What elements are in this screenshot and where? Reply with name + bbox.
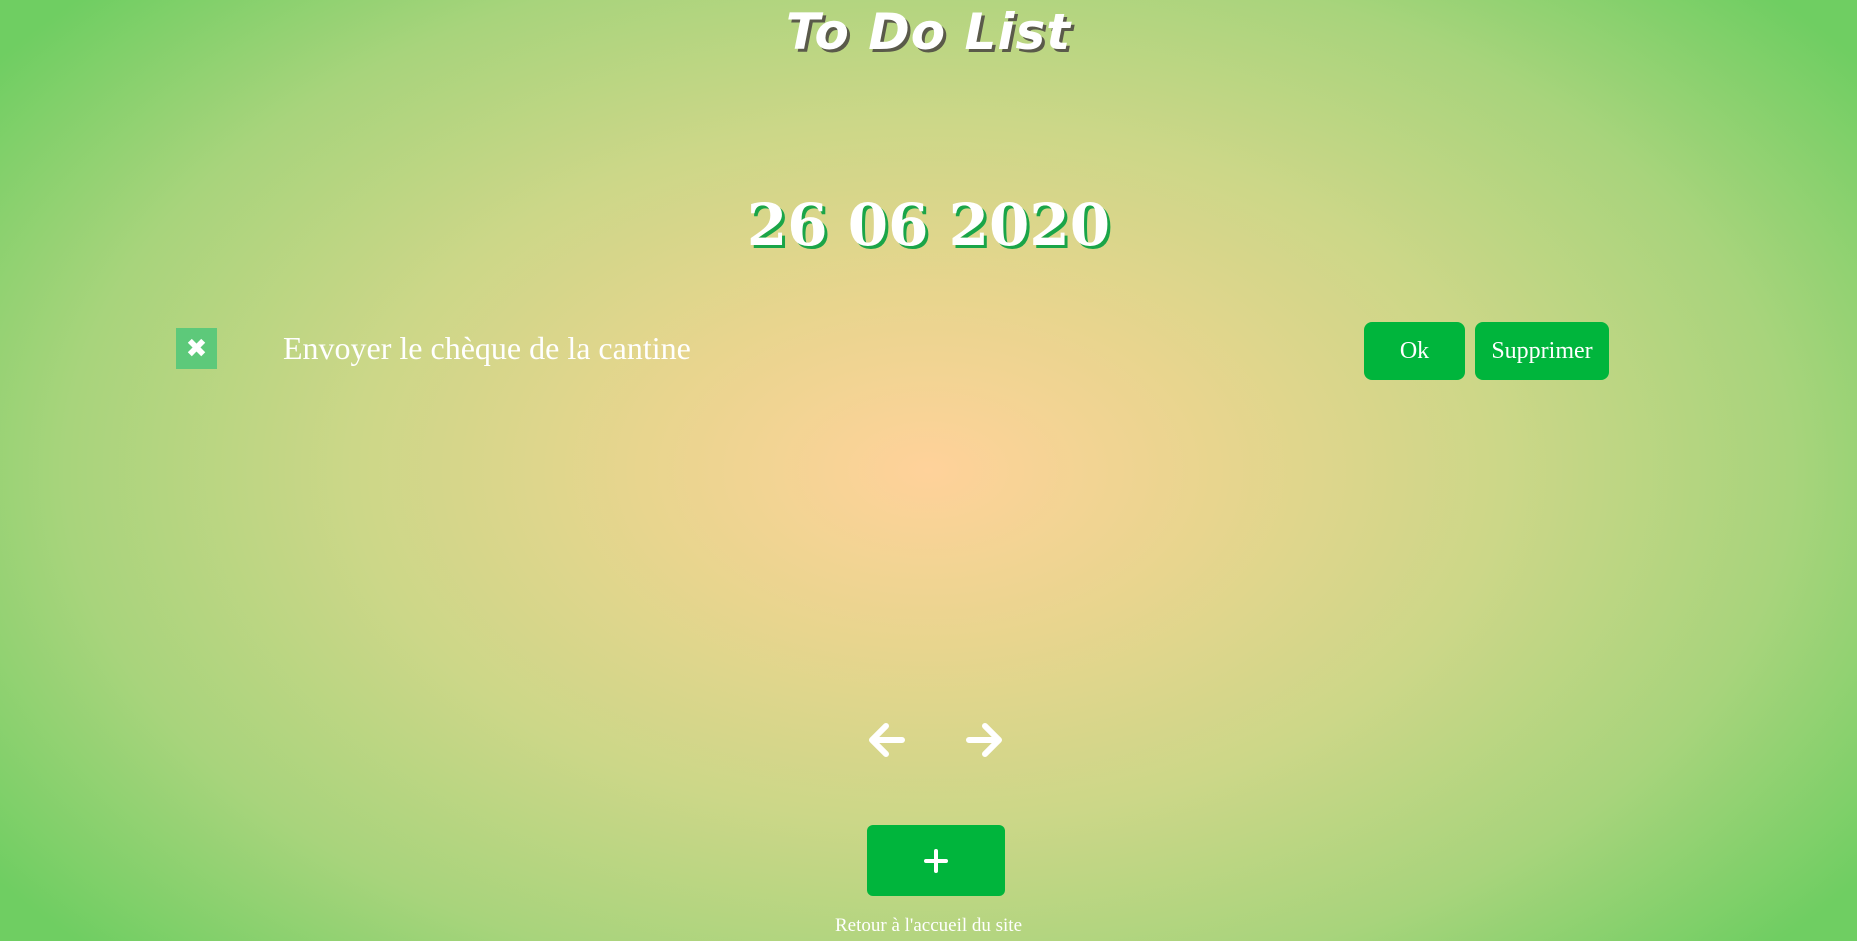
delete-button[interactable]: Supprimer xyxy=(1475,322,1609,380)
plus-icon xyxy=(924,848,948,873)
previous-day-button[interactable] xyxy=(862,716,910,764)
task-complete-toggle[interactable]: ✖ xyxy=(176,328,217,369)
task-item: ✖ Envoyer le chèque de la cantine Ok Sup… xyxy=(176,320,1609,382)
add-task-button[interactable] xyxy=(867,825,1005,896)
next-day-button[interactable] xyxy=(961,716,1009,764)
close-x-icon: ✖ xyxy=(185,333,208,364)
arrow-right-icon xyxy=(966,723,1002,757)
arrow-left-icon xyxy=(869,723,905,757)
task-text: Envoyer le chèque de la cantine xyxy=(283,330,691,366)
back-to-home-link[interactable]: Retour à l'accueil du site xyxy=(0,914,1857,938)
ok-button[interactable]: Ok xyxy=(1364,322,1465,380)
app-title: To Do List xyxy=(785,3,1072,61)
current-date: 26 06 2020 xyxy=(746,191,1111,259)
